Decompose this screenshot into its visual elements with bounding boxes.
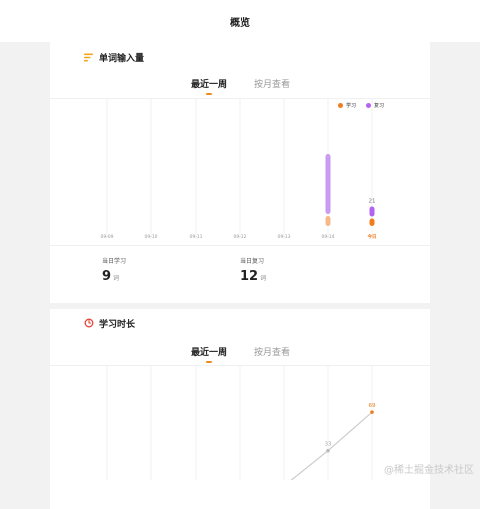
- sort-lines-icon: [84, 53, 93, 61]
- duration-point: [370, 410, 374, 414]
- tab-recent-week-2[interactable]: 最近一周: [191, 345, 227, 358]
- stat-daily-review-unit: 词: [260, 275, 267, 282]
- line-data-label: 69: [369, 403, 376, 409]
- x-tick-label: 09-14: [321, 234, 334, 240]
- word-input-tabs: 最近一周 按月查看: [50, 77, 430, 97]
- top-navigation-bar: 概览: [0, 0, 480, 42]
- watermark-text: @稀土掘金技术社区: [384, 465, 474, 476]
- stat-daily-learn-value: 9: [102, 269, 112, 284]
- bar-review-09-14: [325, 154, 331, 214]
- active-tab-indicator: [206, 93, 212, 95]
- word-input-card: 单词输入量 最近一周 按月查看 学习 复习 09-09 09-10 09-11 09-…: [50, 42, 430, 303]
- stat-daily-learn-value-row: 9词: [102, 269, 126, 284]
- stat-daily-review-label: 当日复习: [240, 258, 265, 265]
- x-tick-label: 09-11: [189, 234, 202, 240]
- x-tick-label: 09-10: [144, 234, 157, 240]
- tab-by-month-2[interactable]: 按月查看: [254, 345, 290, 358]
- study-duration-card: 学习时长 最近一周 按月查看 33 69: [50, 309, 430, 509]
- active-tab-indicator-2: [206, 361, 212, 363]
- study-duration-header: 学习时长: [84, 316, 135, 330]
- bar-data-label: 21: [369, 199, 376, 205]
- x-tick-label: 09-09: [100, 234, 113, 240]
- x-tick-label: 今日: [368, 233, 377, 240]
- daily-stats: 当日学习 9词 当日复习 12 词: [50, 248, 430, 298]
- study-duration-title: 学习时长: [99, 319, 136, 330]
- stat-daily-review-value: 12: [240, 269, 259, 284]
- duration-point: [326, 448, 330, 453]
- x-tick-label: 09-12: [233, 234, 246, 240]
- stat-daily-learn-label: 当日学习: [102, 258, 127, 265]
- x-tick-label: 09-13: [277, 234, 290, 240]
- tab-by-month[interactable]: 按月查看: [254, 77, 290, 90]
- page-title: 概览: [230, 17, 250, 29]
- word-input-header: 单词输入量: [84, 50, 144, 64]
- bar-review-今日: [369, 206, 375, 217]
- stat-daily-review: 当日复习 12 词: [240, 256, 266, 284]
- stat-daily-review-value-row: 12 词: [240, 269, 266, 284]
- stat-daily-learn-unit: 词: [113, 275, 120, 282]
- bar-learn-09-14: [325, 216, 331, 226]
- line-data-label: 33: [325, 442, 332, 448]
- tab-recent-week[interactable]: 最近一周: [191, 77, 227, 90]
- stats-divider: [50, 245, 430, 246]
- bar-learn-今日: [369, 218, 375, 226]
- word-input-title: 单词输入量: [99, 53, 145, 64]
- study-duration-tabs: 最近一周 按月查看: [50, 345, 430, 365]
- stat-daily-learn: 当日学习 9词: [102, 256, 126, 284]
- timer-icon: [84, 318, 94, 328]
- word-input-bar-chart: 09-09 09-10 09-11 09-12 09-13 09-14 今日 21: [100, 99, 377, 240]
- study-duration-line-chart: 33 69: [106, 366, 376, 480]
